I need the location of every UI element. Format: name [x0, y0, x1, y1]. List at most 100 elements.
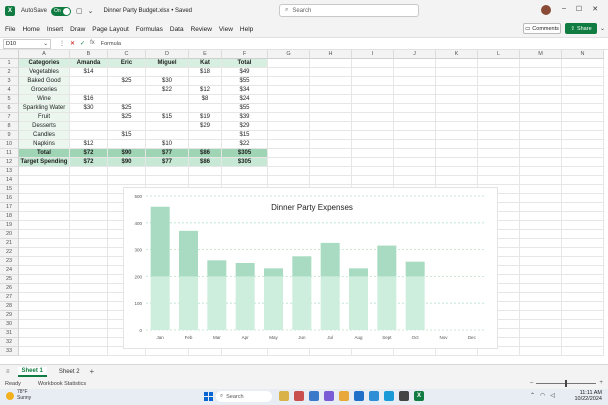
table-header-cell[interactable]: Miguel: [146, 59, 189, 68]
bar-segment[interactable]: [207, 276, 227, 330]
table-cell[interactable]: [70, 86, 108, 95]
table-cell[interactable]: Vegetables: [19, 68, 70, 77]
grid-cell[interactable]: [562, 293, 604, 302]
grid-cell[interactable]: [268, 104, 310, 113]
taskbar-search[interactable]: ⌕ Search: [216, 391, 272, 402]
table-cell[interactable]: [146, 104, 189, 113]
table-cell[interactable]: [70, 122, 108, 131]
grid-cell[interactable]: [70, 320, 108, 329]
grid-cell[interactable]: [520, 185, 562, 194]
grid-cell[interactable]: [310, 167, 352, 176]
grid-cell[interactable]: [394, 95, 436, 104]
table-cell[interactable]: $22: [222, 140, 268, 149]
grid-cell[interactable]: [436, 77, 478, 86]
close-icon[interactable]: ✕: [592, 5, 598, 13]
table-cell[interactable]: [146, 95, 189, 104]
bar-segment[interactable]: [179, 276, 198, 330]
grid-cell[interactable]: [70, 239, 108, 248]
row-header[interactable]: 2: [0, 68, 19, 77]
table-cell[interactable]: [189, 131, 222, 140]
tab-sheet-2[interactable]: Sheet 2: [55, 368, 84, 376]
table-cell[interactable]: [189, 104, 222, 113]
table-cell[interactable]: [108, 86, 146, 95]
column-header[interactable]: H: [310, 50, 352, 59]
grid-cell[interactable]: [520, 257, 562, 266]
grid-cell[interactable]: [352, 59, 394, 68]
grid-cell[interactable]: [478, 104, 520, 113]
grid-cell[interactable]: [436, 95, 478, 104]
grid-cell[interactable]: [19, 185, 70, 194]
row-header[interactable]: 25: [0, 275, 19, 284]
grid-cell[interactable]: [310, 149, 352, 158]
table-cell[interactable]: $25: [108, 104, 146, 113]
grid-cell[interactable]: [146, 167, 189, 176]
grid-cell[interactable]: [70, 248, 108, 257]
grid-cell[interactable]: [436, 113, 478, 122]
column-header[interactable]: N: [562, 50, 604, 59]
grid-cell[interactable]: [436, 86, 478, 95]
app-icon[interactable]: [309, 391, 319, 401]
grid-cell[interactable]: [19, 320, 70, 329]
row-header[interactable]: 22: [0, 248, 19, 257]
bar-segment[interactable]: [150, 276, 170, 330]
grid-cell[interactable]: [562, 302, 604, 311]
grid-cell[interactable]: [562, 158, 604, 167]
row-header[interactable]: 31: [0, 329, 19, 338]
row-header[interactable]: 5: [0, 95, 19, 104]
column-header[interactable]: D: [146, 50, 189, 59]
grid-cell[interactable]: [70, 329, 108, 338]
workbook-statistics[interactable]: Workbook Statistics: [38, 381, 86, 387]
check-icon[interactable]: ✓: [80, 40, 85, 47]
grid-cell[interactable]: [310, 176, 352, 185]
tab-nav-icon[interactable]: ≡: [6, 369, 10, 375]
grid-cell[interactable]: [352, 122, 394, 131]
grid-cell[interactable]: [19, 275, 70, 284]
grid-cell[interactable]: [268, 59, 310, 68]
bar-segment[interactable]: [377, 245, 397, 277]
grid-cell[interactable]: [562, 230, 604, 239]
grid-cell[interactable]: [562, 176, 604, 185]
table-cell[interactable]: [189, 140, 222, 149]
autosave-toggle[interactable]: On: [51, 6, 72, 16]
grid-cell[interactable]: [394, 140, 436, 149]
table-header-cell[interactable]: Amanda: [70, 59, 108, 68]
grid-cell[interactable]: [19, 302, 70, 311]
chevron-up-icon[interactable]: ⌃: [530, 392, 535, 399]
grid-cell[interactable]: [394, 59, 436, 68]
grid-cell[interactable]: [394, 176, 436, 185]
table-cell[interactable]: [108, 140, 146, 149]
row-header[interactable]: 32: [0, 338, 19, 347]
table-cell[interactable]: Groceries: [19, 86, 70, 95]
grid-cell[interactable]: [520, 212, 562, 221]
grid-cell[interactable]: [310, 140, 352, 149]
table-cell[interactable]: $15: [146, 113, 189, 122]
grid-cell[interactable]: [520, 113, 562, 122]
grid-cell[interactable]: [19, 248, 70, 257]
bar-segment[interactable]: [405, 276, 425, 330]
row-header[interactable]: 33: [0, 347, 19, 356]
table-cell[interactable]: [146, 122, 189, 131]
grid-cell[interactable]: [394, 131, 436, 140]
grid-cell[interactable]: [394, 77, 436, 86]
bar-segment[interactable]: [349, 268, 368, 277]
app-icon[interactable]: [384, 391, 394, 401]
grid-cell[interactable]: [19, 239, 70, 248]
column-header[interactable]: L: [478, 50, 520, 59]
grid-cell[interactable]: [268, 68, 310, 77]
volume-icon[interactable]: ◁: [550, 392, 555, 399]
grid-cell[interactable]: [562, 194, 604, 203]
formula-input[interactable]: Formula: [101, 41, 121, 47]
menu-home[interactable]: Home: [22, 26, 39, 33]
row-header[interactable]: 1: [0, 59, 19, 68]
table-cell[interactable]: [70, 113, 108, 122]
grid-cell[interactable]: [520, 86, 562, 95]
menu-insert[interactable]: Insert: [47, 26, 63, 33]
grid-cell[interactable]: [520, 59, 562, 68]
row-header[interactable]: 24: [0, 266, 19, 275]
grid-cell[interactable]: [478, 131, 520, 140]
windows-start-icon[interactable]: [204, 392, 213, 401]
bar-segment[interactable]: [235, 263, 255, 277]
grid-cell[interactable]: [436, 149, 478, 158]
column-header[interactable]: E: [189, 50, 222, 59]
row-header[interactable]: 20: [0, 230, 19, 239]
